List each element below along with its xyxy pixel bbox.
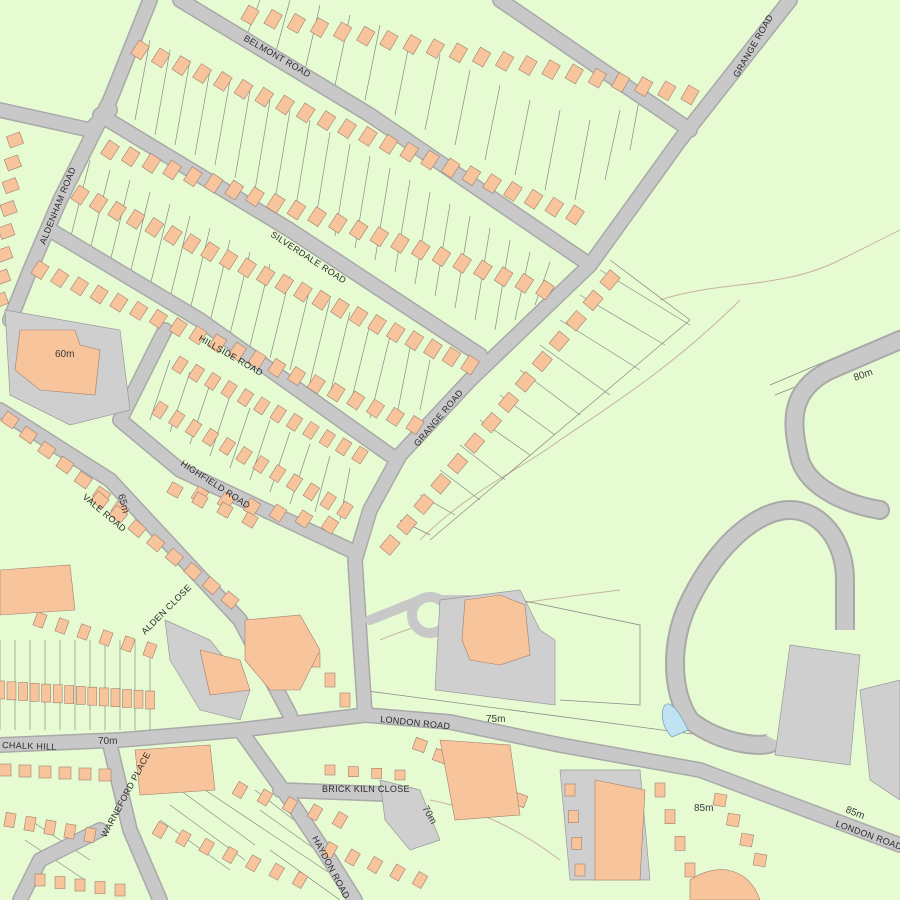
house-building — [41, 683, 52, 703]
house-building — [18, 682, 28, 701]
house-building — [574, 863, 586, 877]
house-building — [712, 792, 728, 808]
house-building — [98, 768, 112, 782]
house-building — [133, 689, 144, 709]
height-label-85m-mid: 85m — [694, 803, 713, 814]
map-svg: 60m 65m 70m 75m 70m 80m 85m 85m BELMONT … — [0, 0, 900, 900]
house-building — [114, 883, 126, 897]
house-building — [726, 812, 741, 828]
house-building — [23, 815, 37, 832]
height-label-75m: 75m — [486, 714, 505, 725]
house-building — [394, 769, 406, 781]
height-label-70m-left: 70m — [98, 736, 117, 747]
house-building — [87, 686, 98, 706]
house-building — [145, 690, 155, 710]
house-building — [29, 682, 40, 702]
house-building — [324, 672, 336, 688]
house-building — [94, 881, 106, 894]
house-building — [58, 766, 72, 780]
house-building — [76, 686, 86, 705]
house-building — [752, 852, 768, 868]
house-building — [38, 765, 52, 779]
house-building — [564, 783, 576, 797]
house-building — [571, 836, 583, 850]
house-building — [34, 873, 46, 887]
house-building — [3, 811, 17, 829]
map-canvas[interactable]: 60m 65m 70m 75m 70m 80m 85m 85m BELMONT … — [0, 0, 900, 900]
house-building — [52, 684, 63, 704]
house-building — [63, 823, 77, 840]
house-building — [64, 685, 74, 704]
house-building — [654, 782, 666, 798]
house-building — [567, 810, 579, 824]
label-brick-kiln-close: BRICK KILN CLOSE — [322, 784, 410, 794]
house-building — [74, 878, 86, 892]
house-building — [78, 767, 92, 781]
house-building — [43, 819, 57, 836]
house-building — [371, 767, 383, 779]
house-building — [18, 764, 32, 778]
label-chalk-hill: CHALK HILL — [2, 740, 57, 752]
house-building — [0, 763, 12, 777]
height-label-60m: 60m — [55, 349, 74, 360]
house-building — [664, 809, 676, 825]
house-building — [54, 876, 66, 889]
house-building — [99, 687, 109, 707]
house-building — [122, 689, 132, 708]
house-building — [0, 680, 5, 700]
house-building — [739, 832, 754, 848]
house-building — [324, 764, 336, 776]
house-building — [339, 692, 351, 708]
house-building — [110, 688, 121, 708]
house-building — [6, 681, 17, 701]
house-building — [684, 862, 696, 878]
house-building — [347, 766, 359, 778]
house-building — [674, 835, 686, 851]
house-building — [83, 826, 97, 844]
